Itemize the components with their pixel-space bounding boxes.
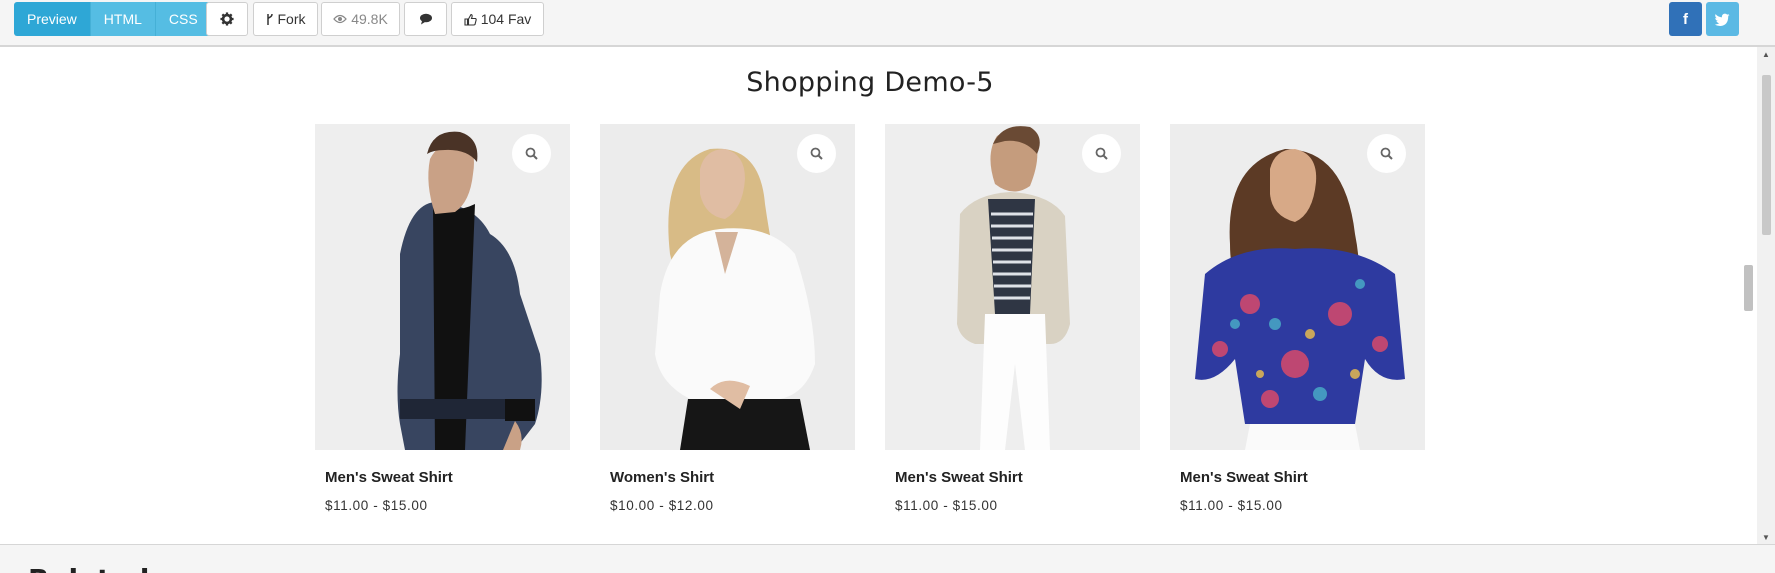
favorite-button[interactable]: 104 Fav — [451, 2, 544, 36]
fav-label: 104 Fav — [480, 11, 532, 27]
twitter-icon — [1715, 13, 1730, 26]
tab-css[interactable]: CSS — [155, 2, 211, 36]
editor-toolbar: Preview HTML CSS Fork 49.8K 104 Fav f — [0, 0, 1775, 47]
preview-scrollbar[interactable]: ▲ ▼ — [1757, 47, 1775, 544]
page-title: Shopping Demo-5 — [746, 67, 994, 98]
facebook-share-button[interactable]: f — [1669, 2, 1702, 36]
product-card[interactable]: Women's Shirt $10.00 - $12.00 — [600, 124, 855, 513]
product-image[interactable] — [315, 124, 570, 450]
product-price: $11.00 - $15.00 — [325, 498, 428, 513]
page-scrollbar-thumb[interactable] — [1744, 265, 1753, 311]
product-price: $11.00 - $15.00 — [1180, 498, 1283, 513]
product-card[interactable]: Men's Sweat Shirt $11.00 - $15.00 — [315, 124, 570, 513]
search-icon — [1380, 147, 1393, 160]
views-label: 49.8K — [351, 11, 388, 27]
view-tab-group: Preview HTML CSS — [14, 2, 211, 36]
scrollbar-thumb[interactable] — [1762, 75, 1771, 235]
product-price: $10.00 - $12.00 — [610, 498, 714, 513]
search-icon — [810, 147, 823, 160]
product-price: $11.00 - $15.00 — [895, 498, 998, 513]
related-section: Related — [0, 544, 1775, 573]
tab-preview[interactable]: Preview — [14, 2, 91, 36]
product-name[interactable]: Men's Sweat Shirt — [315, 469, 570, 486]
zoom-button[interactable] — [512, 134, 551, 173]
facebook-icon: f — [1683, 10, 1688, 28]
product-name[interactable]: Men's Sweat Shirt — [885, 469, 1140, 486]
fork-label: Fork — [277, 11, 306, 27]
zoom-button[interactable] — [797, 134, 836, 173]
product-name[interactable]: Women's Shirt — [600, 469, 855, 486]
fork-icon — [266, 13, 273, 25]
zoom-button[interactable] — [1367, 134, 1406, 173]
related-heading: Related — [28, 563, 149, 573]
product-card[interactable]: Men's Sweat Shirt $11.00 - $15.00 — [885, 124, 1140, 513]
tab-html[interactable]: HTML — [90, 2, 156, 36]
product-image[interactable] — [600, 124, 855, 450]
zoom-button[interactable] — [1082, 134, 1121, 173]
views-counter: 49.8K — [321, 2, 400, 36]
twitter-share-button[interactable] — [1706, 2, 1739, 36]
preview-frame: Shopping Demo-5 Men's Sweat Shirt $11.00… — [0, 47, 1757, 544]
product-image[interactable] — [885, 124, 1140, 450]
product-name[interactable]: Men's Sweat Shirt — [1170, 469, 1425, 486]
search-icon — [525, 147, 538, 160]
settings-button[interactable] — [206, 2, 248, 36]
thumbs-up-icon — [464, 13, 477, 26]
scroll-down-arrow-icon[interactable]: ▼ — [1757, 530, 1775, 544]
eye-icon — [333, 14, 348, 24]
fork-button[interactable]: Fork — [253, 2, 318, 36]
comment-icon — [419, 13, 432, 25]
comments-button[interactable] — [404, 2, 447, 36]
search-icon — [1095, 147, 1108, 160]
scroll-up-arrow-icon[interactable]: ▲ — [1757, 47, 1775, 61]
product-card[interactable]: Men's Sweat Shirt $11.00 - $15.00 — [1170, 124, 1425, 513]
product-image[interactable] — [1170, 124, 1425, 450]
gear-icon — [220, 12, 234, 26]
